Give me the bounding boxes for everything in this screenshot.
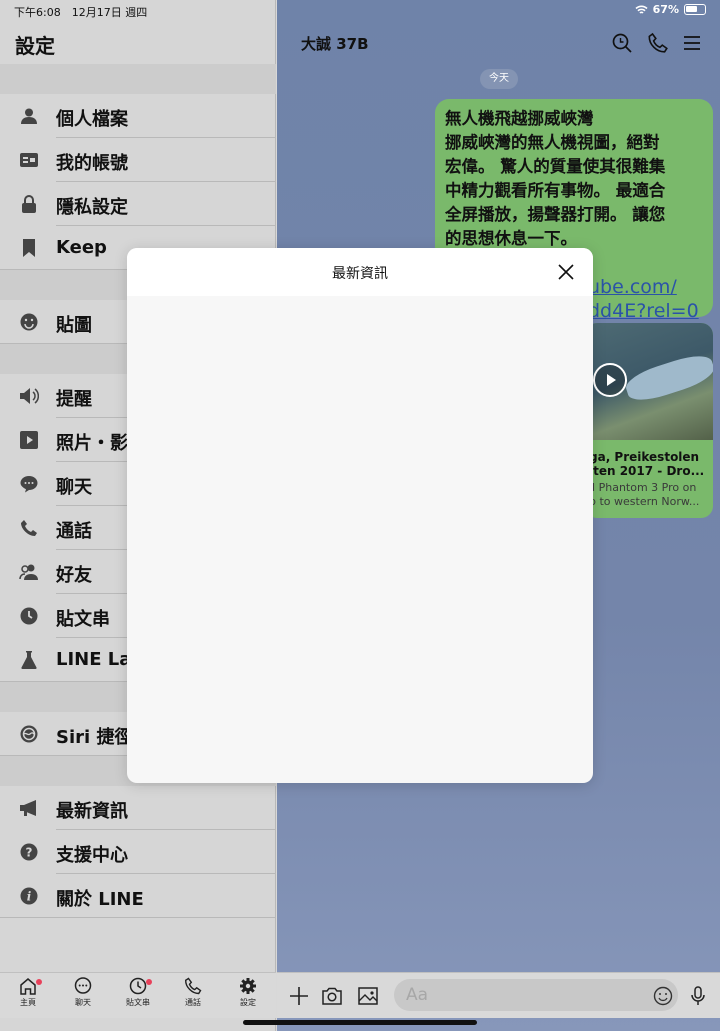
settings-item-profile[interactable]: 個人檔案 <box>0 94 276 138</box>
settings-item-label: 貼圖 <box>56 315 92 336</box>
tab-settings[interactable]: 設定 <box>220 977 276 1008</box>
close-icon[interactable] <box>555 261 577 283</box>
phone-icon <box>18 517 40 539</box>
tab-calls[interactable]: 通話 <box>165 977 221 1008</box>
home-icon <box>20 978 36 995</box>
plus-icon[interactable] <box>288 985 310 1007</box>
notification-badge <box>146 979 152 985</box>
phone-icon <box>184 977 202 995</box>
settings-item-privacy[interactable]: 隱私設定 <box>0 182 276 226</box>
gear-icon <box>240 978 256 994</box>
tab-label: 聊天 <box>75 998 91 1007</box>
message-line: 無人機飛越挪威峽灣 <box>445 109 594 128</box>
settings-item-label: 好友 <box>56 565 92 586</box>
smiley-icon <box>18 311 40 333</box>
tab-label: 通話 <box>185 998 201 1007</box>
home-indicator <box>243 1020 477 1025</box>
phone-icon[interactable] <box>647 32 669 54</box>
link-preview-card[interactable]: ga, Preikestolen lten 2017 - Dro... ll P… <box>585 323 713 518</box>
speaker-icon <box>18 385 40 407</box>
question-icon: ? <box>18 841 40 863</box>
settings-item-label: Siri 捷徑 <box>56 727 133 748</box>
status-bar: 下午6:08 12月17日 週四 67% <box>0 0 720 20</box>
flask-icon <box>18 649 40 671</box>
modal-content <box>127 296 593 783</box>
settings-item-label: 聊天 <box>56 477 92 498</box>
settings-item-label: 支援中心 <box>56 845 128 866</box>
message-line: 宏偉。 驚人的質量使其很難集 <box>445 157 666 176</box>
image-icon[interactable] <box>357 985 379 1007</box>
lock-icon <box>18 193 40 215</box>
modal-header: 最新資訊 <box>127 248 593 296</box>
status-time: 下午6:08 12月17日 週四 <box>14 6 148 19</box>
svg-text:?: ? <box>26 846 33 860</box>
id-card-icon <box>18 149 40 171</box>
settings-item-label: 通話 <box>56 521 92 542</box>
notification-badge <box>36 979 42 985</box>
tab-bar: 主頁 聊天 貼文串 通話 設定 <box>0 972 276 1018</box>
play-square-icon <box>18 429 40 451</box>
tab-timeline[interactable]: 貼文串 <box>110 977 166 1008</box>
chat-icon <box>74 977 92 994</box>
modal-title: 最新資訊 <box>332 266 388 282</box>
chat-title: 大誠 37B <box>301 35 369 53</box>
chat-bubble-icon <box>18 473 40 495</box>
settings-item-label: 提醒 <box>56 389 92 410</box>
settings-item-support[interactable]: ? 支援中心 <box>0 830 276 874</box>
message-input[interactable] <box>394 979 678 1011</box>
play-icon[interactable] <box>593 363 627 397</box>
tab-label: 貼文串 <box>126 998 150 1007</box>
person-icon <box>18 105 40 127</box>
message-input-bar <box>277 972 720 1018</box>
bookmark-icon <box>18 237 40 259</box>
settings-title: 設定 <box>15 34 55 58</box>
menu-icon[interactable] <box>681 32 703 54</box>
message-line: 挪威峽灣的無人機視圖，絕對 <box>445 133 660 152</box>
siri-shortcut-icon <box>18 723 40 745</box>
preview-title: ga, Preikestolen <box>589 450 700 464</box>
message-line: 全屏播放，揚聲器打開。 讓您 <box>445 205 666 224</box>
settings-item-label: 關於 LINE <box>56 889 144 910</box>
preview-description: ll Phantom 3 Pro on <box>589 481 697 494</box>
microphone-icon[interactable] <box>687 985 709 1007</box>
date-separator: 今天 <box>480 69 518 89</box>
settings-item-label: Keep <box>56 237 107 258</box>
tab-home[interactable]: 主頁 <box>0 977 56 1008</box>
video-thumbnail <box>585 323 713 440</box>
settings-item-label: 最新資訊 <box>56 801 128 822</box>
friends-icon <box>18 561 40 583</box>
status-indicators: 67% <box>635 3 706 16</box>
settings-item-label: 照片・影 <box>56 433 128 454</box>
section-separator <box>0 64 276 94</box>
settings-item-label: 隱私設定 <box>56 197 128 218</box>
settings-item-label: 我的帳號 <box>56 153 128 174</box>
preview-description: p to western Norw... <box>589 495 700 508</box>
message-line: 中精力觀看所有事物。 最適合 <box>445 181 666 200</box>
settings-item-label: 貼文串 <box>56 609 110 630</box>
news-modal: 最新資訊 <box>127 248 593 783</box>
info-icon: i <box>18 885 40 907</box>
settings-item-about[interactable]: i 關於 LINE <box>0 874 276 918</box>
svg-text:i: i <box>27 890 32 904</box>
settings-item-label: 個人檔案 <box>56 109 128 130</box>
wifi-icon <box>635 5 648 14</box>
link-line: dd4E?rel=0 <box>588 300 699 322</box>
battery-percent: 67% <box>652 3 679 16</box>
tab-label: 設定 <box>240 998 256 1007</box>
settings-item-news[interactable]: 最新資訊 <box>0 786 276 830</box>
settings-item-account[interactable]: 我的帳號 <box>0 138 276 182</box>
tab-label: 主頁 <box>20 998 36 1007</box>
preview-title: lten 2017 - Dro... <box>589 464 705 478</box>
megaphone-icon <box>18 797 40 819</box>
battery-icon <box>684 4 706 15</box>
tab-chats[interactable]: 聊天 <box>55 977 111 1008</box>
clock-icon <box>129 977 147 995</box>
emoji-icon[interactable] <box>652 985 674 1007</box>
camera-icon[interactable] <box>321 985 343 1007</box>
clock-icon <box>18 605 40 627</box>
search-icon[interactable] <box>611 32 633 54</box>
link-line: ube.com/ <box>588 276 677 298</box>
